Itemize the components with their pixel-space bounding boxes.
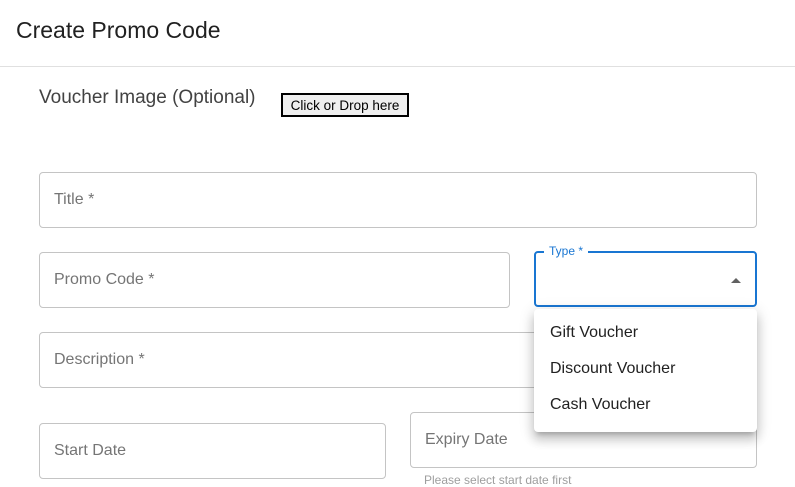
title-field[interactable]: Title * (39, 172, 757, 228)
type-select[interactable]: Type * (534, 244, 757, 307)
start-date-field[interactable]: Start Date (39, 423, 386, 479)
menu-item-discount-voucher[interactable]: Discount Voucher (534, 351, 757, 387)
menu-item-cash-voucher[interactable]: Cash Voucher (534, 387, 757, 423)
type-select-label: Type * (544, 244, 589, 258)
caret-up-icon (731, 278, 741, 283)
voucher-image-label: Voucher Image (Optional) (39, 87, 256, 108)
promo-code-field[interactable]: Promo Code * (39, 252, 510, 308)
type-dropdown-menu: Gift Voucher Discount Voucher Cash Vouch… (534, 309, 757, 432)
menu-item-gift-voucher[interactable]: Gift Voucher (534, 315, 757, 351)
description-field-label: Description * (54, 351, 145, 368)
voucher-image-dropzone-button[interactable]: Click or Drop here (281, 93, 409, 117)
expiry-date-field-label: Expiry Date (425, 431, 508, 448)
dialog-header: Create Promo Code (0, 0, 795, 67)
title-field-label: Title * (54, 191, 95, 208)
page-title: Create Promo Code (16, 17, 221, 43)
expiry-date-helper-text: Please select start date first (424, 473, 572, 487)
start-date-field-label: Start Date (54, 442, 127, 459)
promo-code-field-label: Promo Code * (54, 271, 155, 288)
